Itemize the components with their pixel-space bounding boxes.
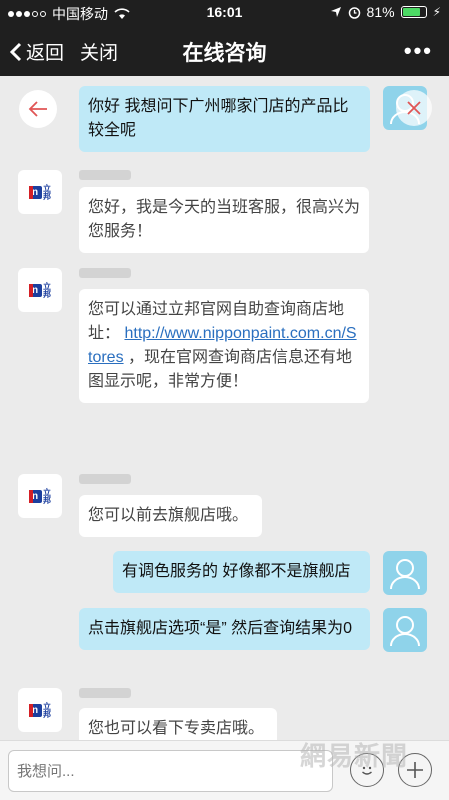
brand-logo-icon: n 立邦 (28, 488, 52, 504)
message-row: n 立邦 您好，我是今天的当班客服，很高兴为您服务！ (0, 166, 449, 262)
page-title: 在线咨询 (182, 42, 267, 65)
brand-logo-icon: n 立邦 (28, 702, 52, 718)
agent-name-redacted (79, 474, 131, 484)
message-bubble: 您可以前去旗舰店哦。 (79, 495, 262, 537)
agent-avatar: n 立邦 (18, 170, 62, 214)
agent-name-redacted (79, 170, 131, 180)
location-icon (330, 7, 341, 17)
agent-avatar: n 立邦 (18, 474, 62, 518)
message-bubble: 你好 我想问下广州哪家门店的产品比较全呢 (79, 86, 370, 152)
floating-back-button[interactable] (19, 90, 57, 128)
message-bubble: 点击旗舰店选项“是” 然后查询结果为0 (79, 608, 370, 650)
battery-icon (400, 6, 427, 18)
user-icon (390, 616, 420, 647)
floating-close-button[interactable] (396, 90, 432, 126)
plus-icon (407, 762, 423, 778)
message-row: 点击旗舰店选项“是” 然后查询结果为0 (0, 604, 449, 684)
status-right: 81% ⚡ (330, 4, 441, 20)
close-icon (407, 101, 421, 115)
message-input[interactable] (8, 750, 333, 792)
battery-percent: 81% (366, 4, 395, 20)
brand-logo-icon: n 立邦 (28, 282, 52, 298)
agent-name-redacted (79, 688, 131, 698)
user-avatar (383, 608, 427, 652)
message-text: ，现在官网查询商店信息还有地图显示呢，非常方便！ (88, 349, 353, 390)
message-row: 你好 我想问下广州哪家门店的产品比较全呢 (0, 76, 449, 156)
nav-bar: 返回 关闭 在线咨询 ••• (0, 24, 449, 76)
user-icon (390, 559, 420, 590)
agent-name-redacted (79, 268, 131, 278)
message-bubble: 您也可以看下专卖店哦。 (79, 708, 277, 740)
chat-area[interactable]: 你好 我想问下广州哪家门店的产品比较全呢 n 立邦 您好，我是今天的当班客服，很高… (0, 76, 449, 740)
status-bar: 中国移动 16:01 81% ⚡ (0, 0, 449, 24)
message-row: n 立邦 您可以通过立邦官网自助查询商店地址： http://www.nippon… (0, 268, 449, 458)
message-row: n 立邦 您也可以看下专卖店哦。 (0, 688, 449, 740)
battery-fill (402, 8, 421, 16)
brand-logo-icon: n 立邦 (28, 184, 52, 200)
user-avatar (383, 551, 427, 595)
charging-icon: ⚡ (432, 5, 441, 19)
message-row: 有调色服务的 好像都不是旗舰店 (0, 547, 449, 597)
watermark-logo: 網易新聞 (300, 741, 409, 771)
alarm-icon (348, 6, 360, 19)
arrow-left-icon (28, 101, 47, 117)
agent-avatar: n 立邦 (18, 268, 62, 312)
message-bubble: 您好，我是今天的当班客服，很高兴为您服务！ (79, 187, 369, 253)
message-row: n 立邦 您可以前去旗舰店哦。 (0, 469, 449, 539)
agent-avatar: n 立邦 (18, 688, 62, 732)
message-bubble: 您可以通过立邦官网自助查询商店地址： http://www.nipponpain… (79, 289, 369, 403)
message-bubble: 有调色服务的 好像都不是旗舰店 (113, 551, 370, 593)
more-button[interactable]: ••• (404, 38, 433, 64)
